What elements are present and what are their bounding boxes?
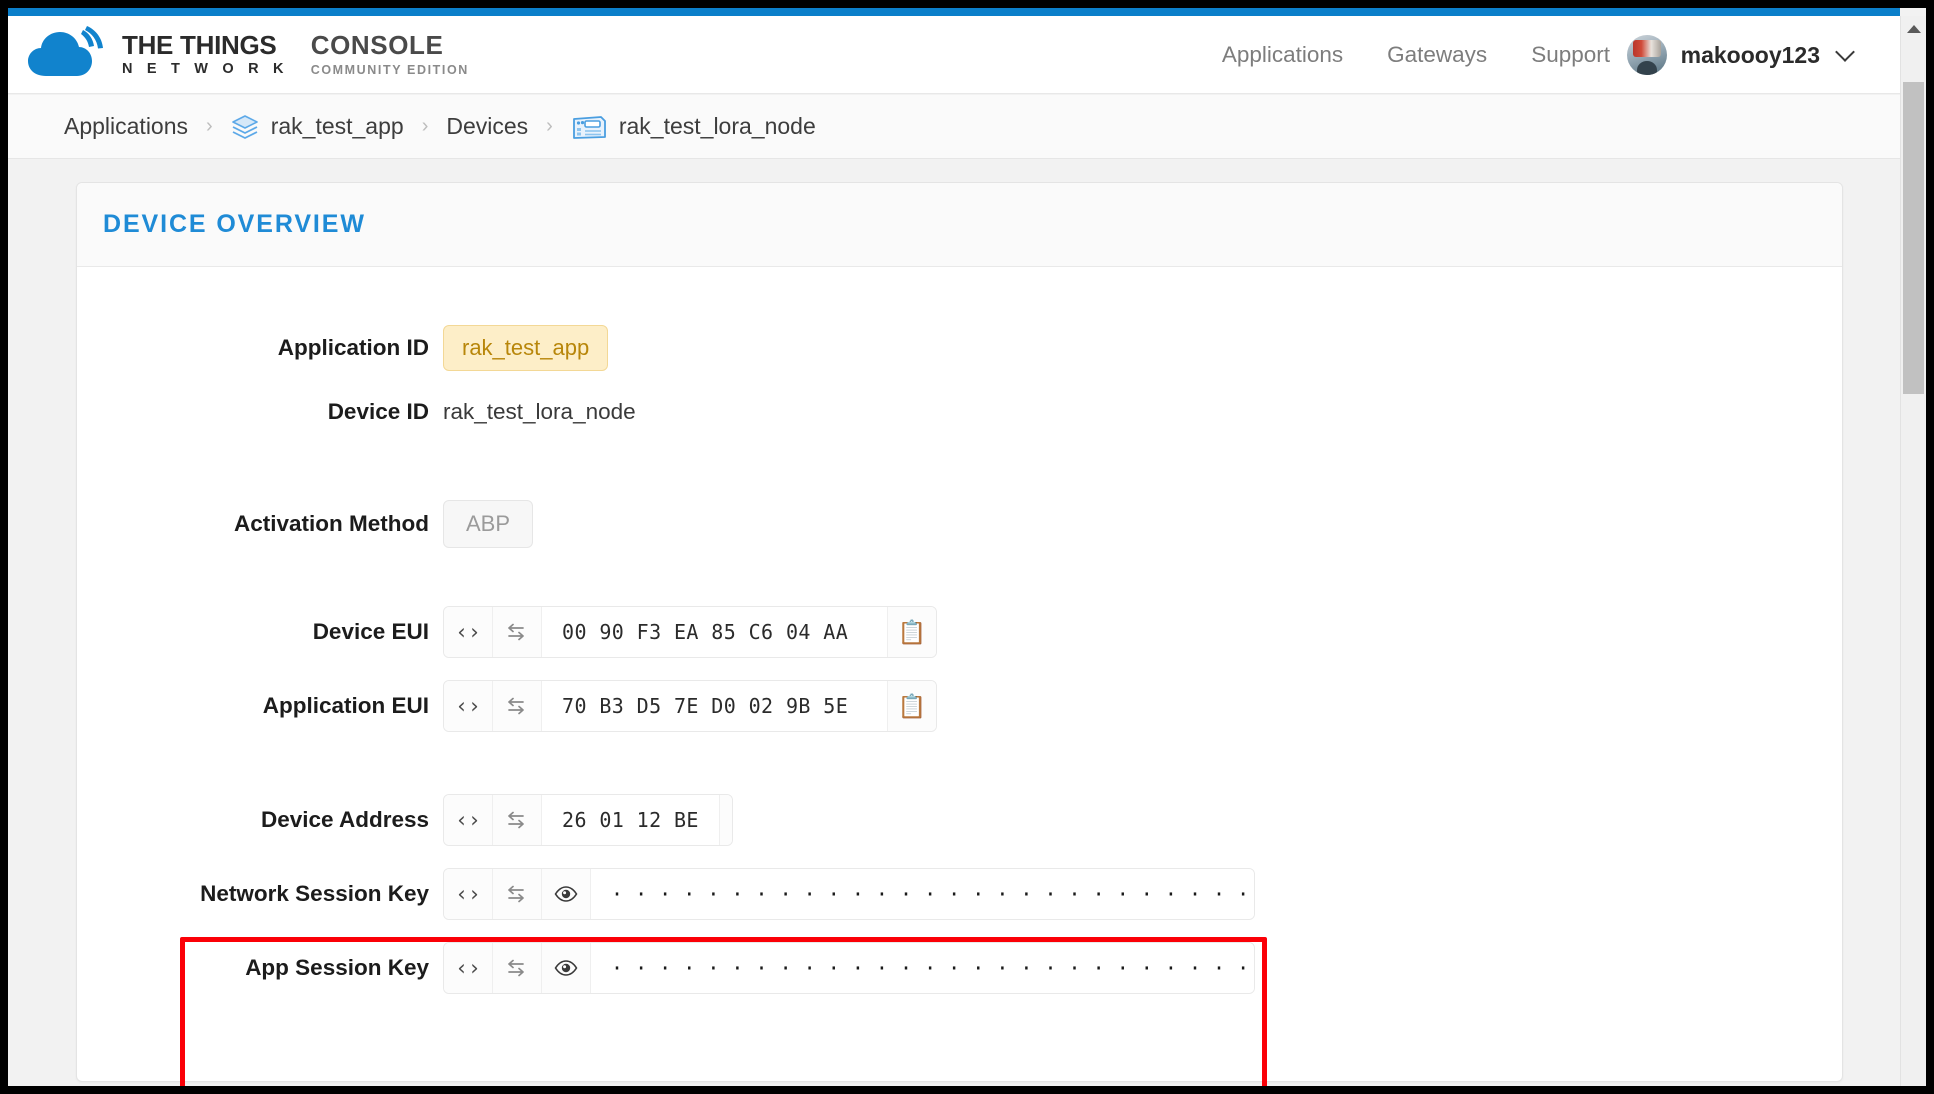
ttn-console-logo[interactable]: THE THINGS N E T W O R K CONSOLE COMMUNI… [26,26,469,82]
application-eui-widget: ‹› 70 B3 D5 7E D0 02 9B 5E 📋 [443,680,937,732]
code-brackets-icon[interactable]: ‹› [444,607,493,657]
field-row-application-id: Application ID rak_test_app [77,319,1842,377]
field-row-network-session-key: Network Session Key ‹› · · · · · · · · ·… [77,865,1842,923]
device-overview-card: DEVICE OVERVIEW Application ID rak_test_… [76,182,1843,1082]
label-device-address: Device Address [260,807,429,832]
label-device-eui: Device EUI [312,619,429,644]
ttn-line-2: N E T W O R K [122,60,289,77]
field-row-app-session-key: App Session Key ‹› · · · · · · · · · · ·… [77,939,1842,997]
card-header: DEVICE OVERVIEW [77,183,1842,267]
field-row-device-id: Device ID rak_test_lora_node [77,383,1842,441]
field-row-device-address: Device Address ‹› 26 01 12 BE 📋 [77,791,1842,849]
nav-link-support[interactable]: Support [1531,42,1610,68]
chevron-down-icon[interactable] [1835,42,1855,62]
ttn-wordmark: THE THINGS N E T W O R K [122,32,289,77]
spacer [868,607,887,657]
value-network-session-key: · · · · · · · · · · · · · · · · · · · · … [591,869,1254,919]
byte-order-swap-icon[interactable] [493,607,542,657]
breadcrumb-item-devices[interactable]: Devices [446,113,528,140]
byte-order-swap-icon[interactable] [493,681,542,731]
primary-nav-links: Applications Gateways Support [1222,16,1610,94]
app-session-key-widget: ‹› · · · · · · · · · · · · · · · · · · ·… [443,942,1255,994]
byte-order-swap-icon[interactable] [493,943,542,993]
breadcrumb-separator: › [421,115,429,137]
breadcrumb-separator: › [546,115,553,137]
code-brackets-icon[interactable]: ‹› [444,943,493,993]
device-eui-widget: ‹› 00 90 F3 EA 85 C6 04 AA 📋 [443,606,937,658]
breadcrumb-separator: › [206,115,213,137]
value-device-address: 26 01 12 BE [542,795,719,845]
avatar [1626,35,1667,75]
page-body: DEVICE OVERVIEW Application ID rak_test_… [8,160,1900,1086]
device-address-widget: ‹› 26 01 12 BE 📋 [443,794,733,846]
top-navigation-bar: THE THINGS N E T W O R K CONSOLE COMMUNI… [8,16,1900,94]
eye-reveal-icon[interactable] [542,869,591,919]
byte-order-swap-icon[interactable] [493,795,542,845]
label-application-eui: Application EUI [262,693,429,718]
field-row-application-eui: Application EUI ‹› 70 B3 D5 7E D0 02 9B … [77,677,1842,735]
spacer [868,681,887,731]
value-application-id[interactable]: rak_test_app [443,325,609,371]
top-accent-bar [8,8,1900,16]
page-title: DEVICE OVERVIEW [103,210,366,238]
code-brackets-icon[interactable]: ‹› [444,681,493,731]
clipboard-copy-icon[interactable]: 📋 [887,607,936,657]
breadcrumb-item-rak-test-app[interactable]: rak_test_app [271,113,404,140]
clipboard-copy-icon[interactable]: 📋 [887,681,936,731]
cloud-icon [28,26,103,76]
browser-viewport: THE THINGS N E T W O R K CONSOLE COMMUNI… [8,8,1926,1086]
scroll-up-arrow-icon[interactable] [1901,16,1926,41]
field-row-device-eui: Device EUI ‹› 00 90 F3 EA 85 C6 04 AA 📋 [77,603,1842,661]
code-brackets-icon[interactable]: ‹› [444,795,493,845]
breadcrumb-item-rak-test-lora-node[interactable]: rak_test_lora_node [619,113,816,140]
user-menu[interactable]: makoooy123 [1626,16,1855,94]
label-application-id: Application ID [277,335,429,360]
ttn-line-1: THE THINGS [122,29,277,60]
label-activation-method: Activation Method [234,511,429,536]
label-device-id: Device ID [327,399,429,424]
byte-order-swap-icon[interactable] [493,869,542,919]
nav-link-applications[interactable]: Applications [1222,42,1343,68]
eye-reveal-icon[interactable] [542,943,591,993]
console-wordmark: CONSOLE COMMUNITY EDITION [311,32,469,77]
console-edition: COMMUNITY EDITION [310,62,469,77]
console-title: CONSOLE [310,29,444,60]
username-label: makoooy123 [1680,41,1820,68]
nav-link-gateways[interactable]: Gateways [1387,42,1487,68]
card-body: Application ID rak_test_app Device ID ra… [77,267,1842,1037]
value-app-session-key: · · · · · · · · · · · · · · · · · · · · … [591,943,1254,993]
label-network-session-key: Network Session Key [200,881,429,906]
clipboard-copy-icon[interactable]: 📋 [718,795,732,845]
network-session-key-widget: ‹› · · · · · · · · · · · · · · · · · · ·… [443,868,1255,920]
code-brackets-icon[interactable]: ‹› [444,869,493,919]
layers-icon [231,113,259,141]
value-application-eui: 70 B3 D5 7E D0 02 9B 5E [542,681,869,731]
value-activation-method: ABP [443,500,534,548]
device-board-icon [571,112,607,142]
breadcrumb-item-applications[interactable]: Applications [64,113,188,140]
vertical-scrollbar[interactable] [1900,16,1926,1086]
value-device-eui: 00 90 F3 EA 85 C6 04 AA [542,607,869,657]
value-device-id: rak_test_lora_node [443,399,636,424]
breadcrumb: Applications › rak_test_app › Devices › [8,95,1900,159]
label-app-session-key: App Session Key [245,955,429,980]
field-row-activation-method: Activation Method ABP [77,495,1842,553]
scrollbar-thumb[interactable] [1903,82,1924,394]
